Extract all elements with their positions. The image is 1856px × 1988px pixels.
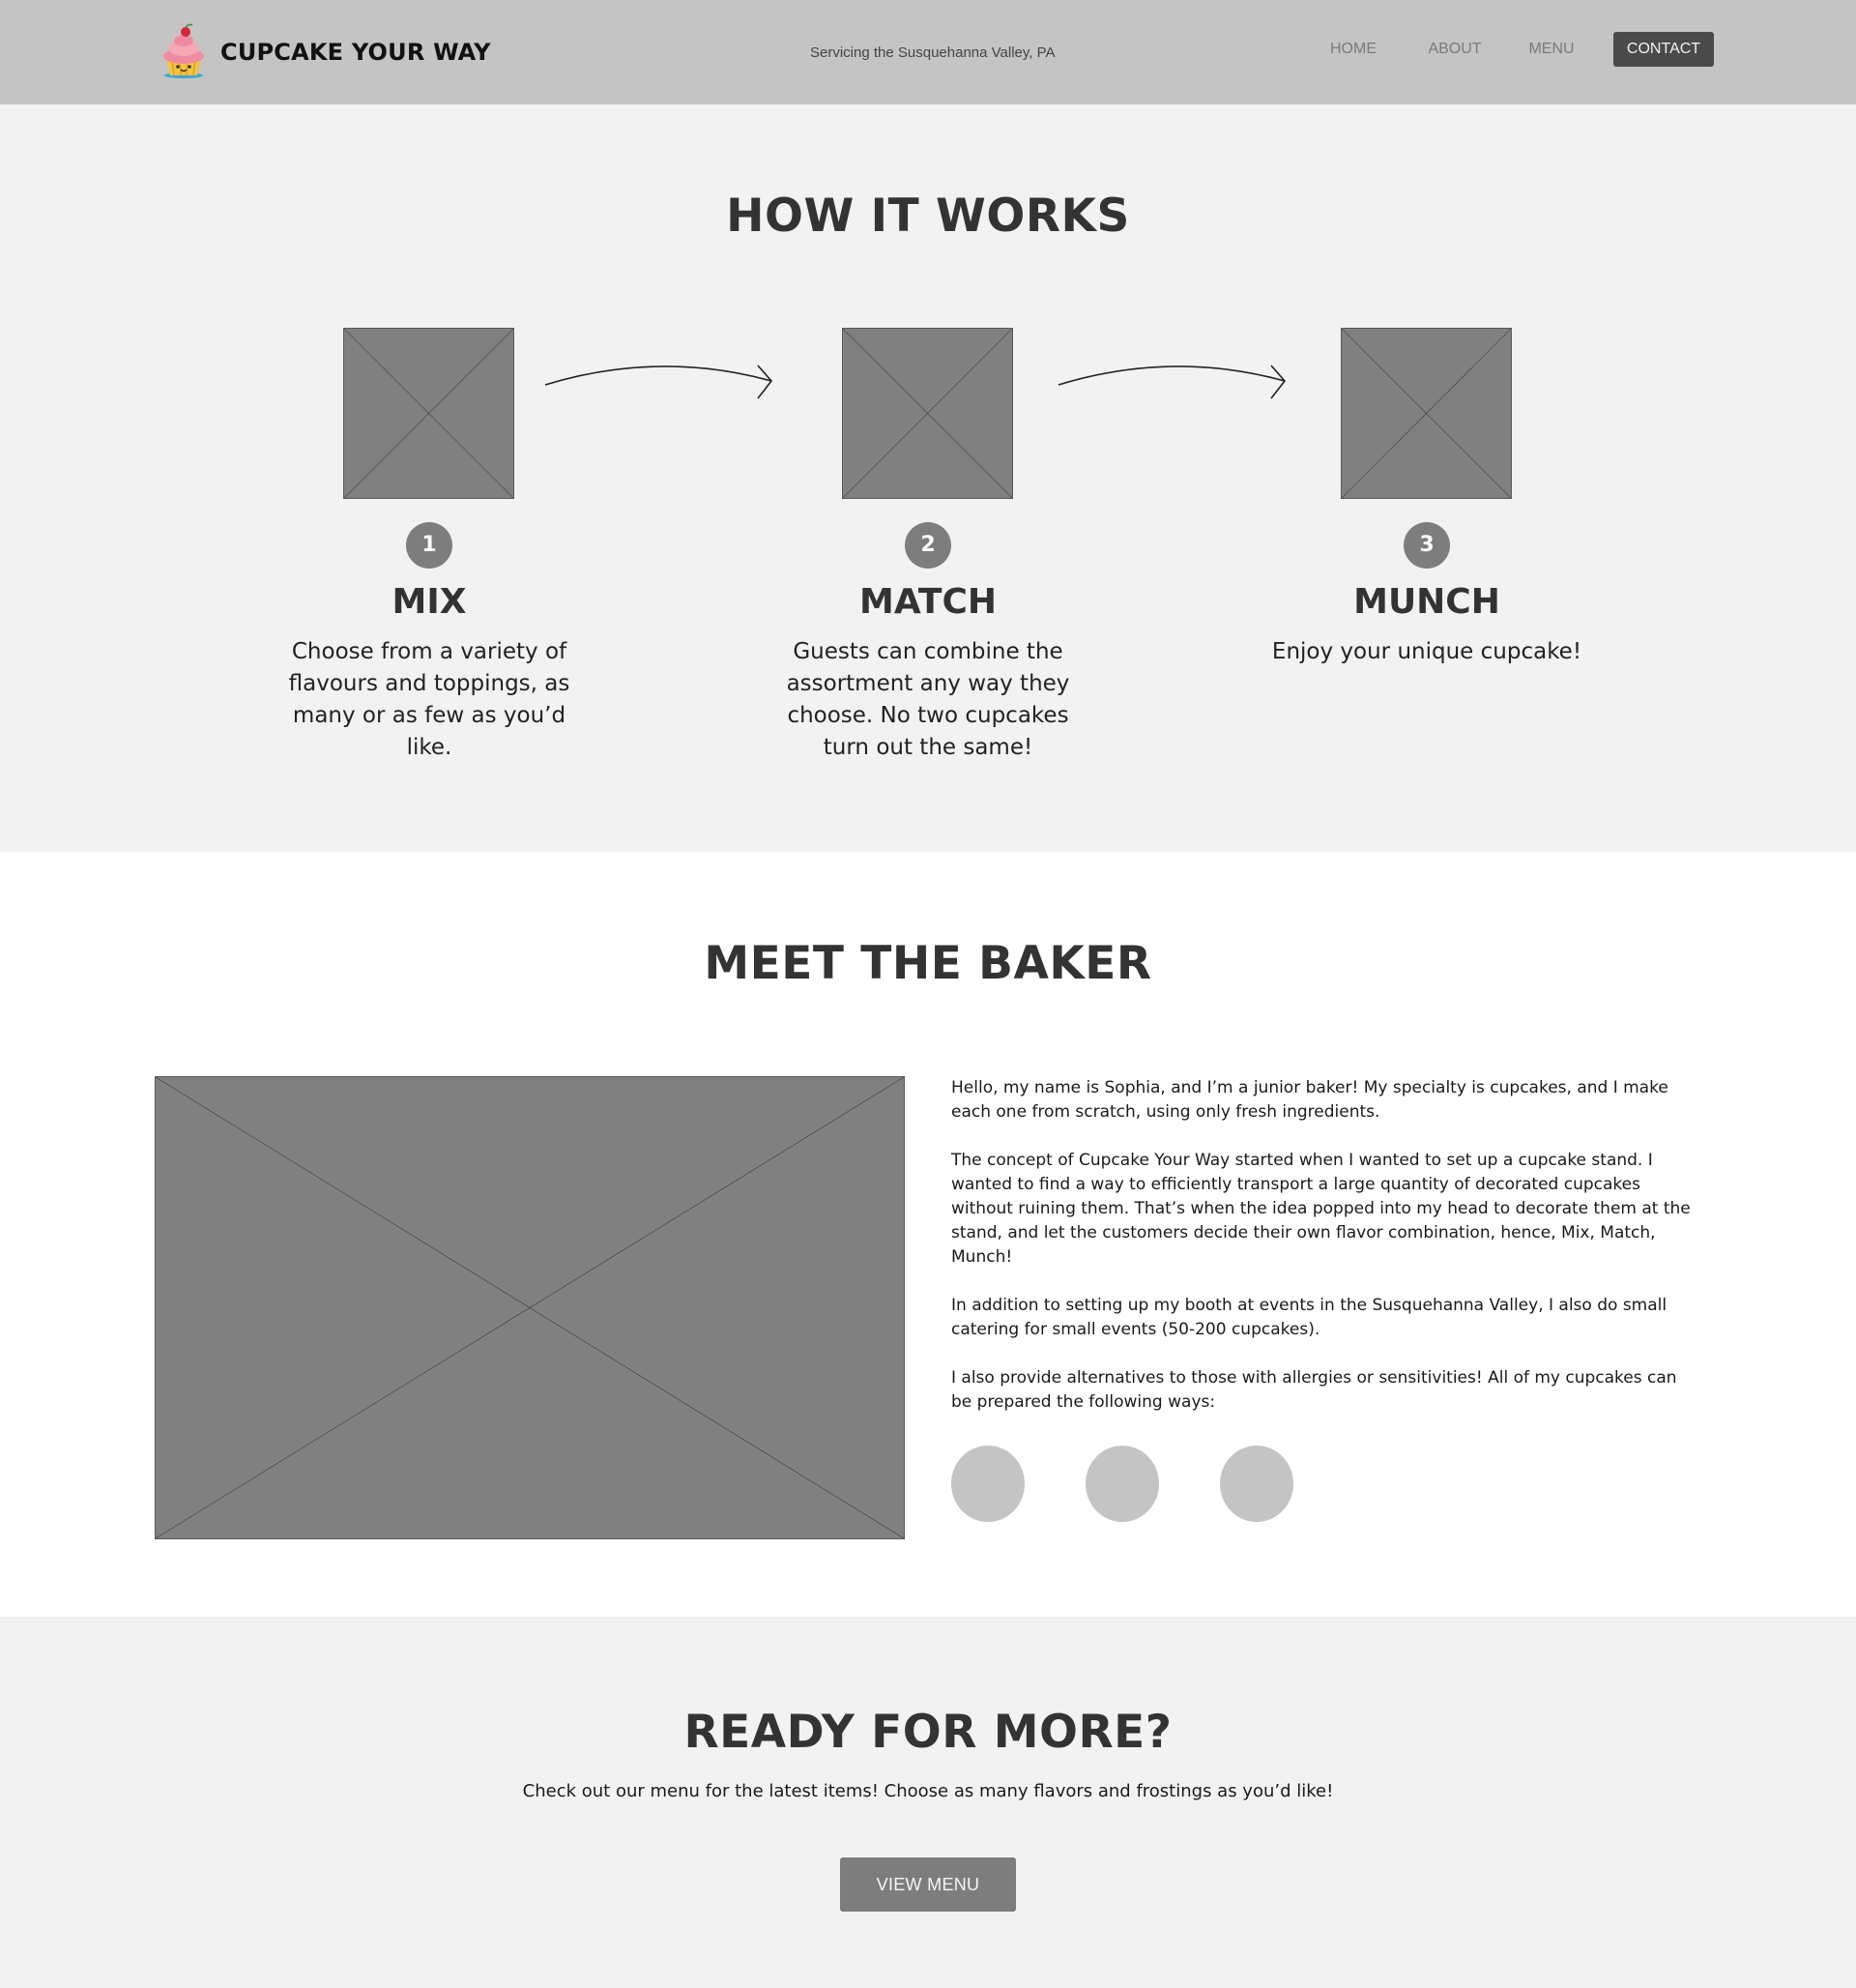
allergy-option-icon — [1086, 1446, 1159, 1522]
step-title: MUNCH — [1353, 582, 1500, 622]
step-number-badge: 1 — [406, 522, 452, 569]
nav-about[interactable]: ABOUT — [1425, 32, 1485, 67]
step-description: Enjoy your unique cupcake! — [1271, 639, 1582, 664]
meet-the-baker-section: MEET THE BAKER Hello, my name is Sophia,… — [0, 852, 1856, 1617]
section-title: HOW IT WORKS — [726, 190, 1130, 243]
ready-description: Check out our menu for the latest items!… — [522, 1781, 1334, 1801]
nav-menu[interactable]: MENU — [1525, 32, 1578, 67]
step-description: Choose from a variety of flavours and to… — [288, 639, 570, 760]
arrow-icon — [543, 354, 780, 412]
bio-paragraph: In addition to setting up my booth at ev… — [951, 1296, 1668, 1339]
contact-button[interactable]: CONTACT — [1613, 32, 1714, 67]
step-title: MATCH — [859, 582, 997, 622]
bio-paragraph: I also provide alternatives to those wit… — [951, 1368, 1677, 1412]
step-title: MIX — [392, 582, 467, 622]
step-number-badge: 3 — [1404, 522, 1450, 569]
baker-photo-placeholder — [155, 1076, 905, 1539]
section-title: READY FOR MORE? — [683, 1706, 1173, 1759]
allergy-option-icon — [951, 1446, 1025, 1522]
cupcake-logo-icon[interactable] — [160, 23, 207, 79]
brand-name[interactable]: CUPCAKE YOUR WAY — [220, 39, 491, 66]
step-image-placeholder — [842, 328, 1013, 499]
step-description: Guests can combine the assortment any wa… — [786, 639, 1070, 760]
tagline: Servicing the Susquehanna Valley, PA — [810, 44, 1056, 61]
bio-paragraph: Hello, my name is Sophia, and I’m a juni… — [951, 1078, 1668, 1122]
baker-bio: Hello, my name is Sophia, and I’m a juni… — [951, 1076, 1701, 1439]
site-header: CUPCAKE YOUR WAY Servicing the Susquehan… — [0, 0, 1856, 104]
view-menu-button[interactable]: VIEW MENU — [840, 1857, 1016, 1912]
step-number-badge: 2 — [905, 522, 951, 569]
ready-for-more-section: READY FOR MORE? Check out our menu for t… — [0, 1617, 1856, 1988]
step-image-placeholder — [1341, 328, 1512, 499]
how-it-works-section: HOW IT WORKS 1 MIX Choose from a variety… — [0, 104, 1856, 852]
step-image-placeholder — [343, 328, 514, 499]
nav-home[interactable]: HOME — [1326, 32, 1380, 67]
arrow-icon — [1057, 354, 1293, 412]
section-title: MEET THE BAKER — [704, 937, 1152, 990]
bio-paragraph: The concept of Cupcake Your Way started … — [951, 1151, 1691, 1267]
allergy-option-icon — [1220, 1446, 1293, 1522]
